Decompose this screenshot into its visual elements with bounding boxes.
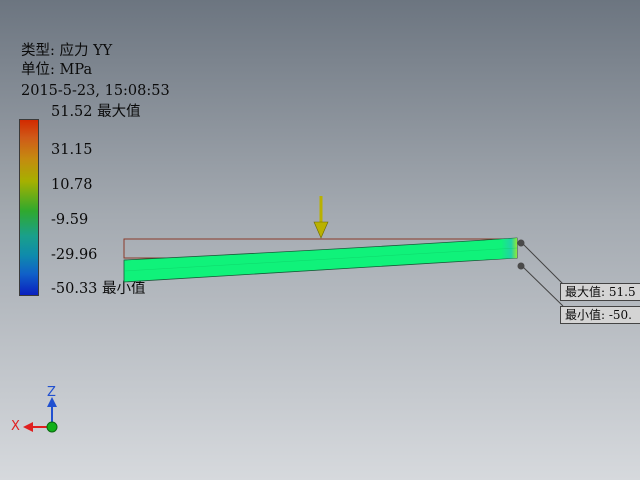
max-leader-line bbox=[522, 243, 564, 285]
max-value-callout[interactable]: 最大值: 51.5 bbox=[560, 283, 640, 301]
x-axis-label: X bbox=[11, 419, 20, 434]
z-axis-label: Z bbox=[47, 385, 56, 400]
y-axis-origin-dot bbox=[46, 421, 58, 433]
max-probe-marker[interactable] bbox=[517, 239, 525, 247]
min-probe-marker[interactable] bbox=[517, 262, 525, 270]
deformed-beam[interactable] bbox=[123, 237, 518, 283]
min-value-callout[interactable]: 最小值: -50. bbox=[560, 306, 640, 324]
load-arrow[interactable] bbox=[313, 196, 329, 239]
min-leader-line bbox=[522, 266, 564, 307]
coordinate-triad bbox=[23, 397, 58, 433]
model-viewport[interactable] bbox=[0, 0, 640, 480]
load-arrow-head bbox=[313, 221, 329, 239]
x-axis-arrow bbox=[23, 422, 33, 432]
